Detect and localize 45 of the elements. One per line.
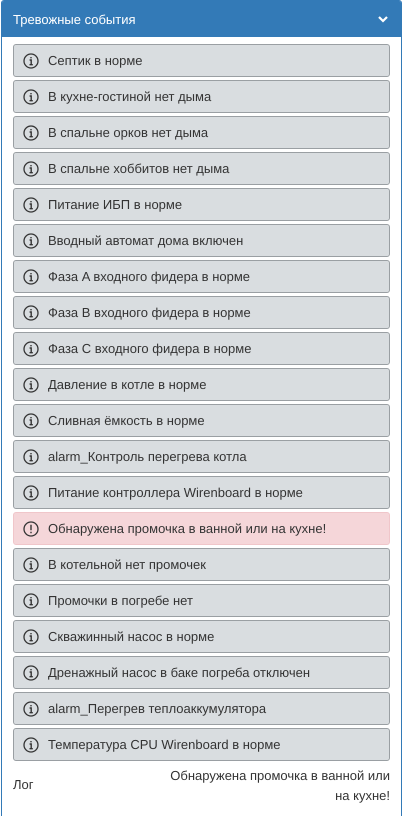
- info-icon: [23, 304, 39, 320]
- panel-title: Тревожные события: [13, 12, 136, 26]
- event-item: Сливная ёмкость в норме: [13, 404, 390, 437]
- exclamation-icon: [23, 520, 39, 536]
- event-item: В спальне хоббитов нет дыма: [13, 152, 390, 185]
- event-item: Питание контроллера Wirenboard в норме: [13, 476, 390, 509]
- info-icon: [23, 196, 39, 212]
- event-item: В кухне-гостиной нет дыма: [13, 80, 390, 113]
- info-icon: [23, 700, 39, 716]
- info-icon: [23, 412, 39, 428]
- info-icon: [23, 88, 39, 104]
- event-item: Фаза A входного фидера в норме: [13, 260, 390, 293]
- info-icon: [23, 628, 39, 644]
- event-item: В котельной нет промочек: [13, 548, 390, 581]
- event-item: alarm_Контроль перегрева котла: [13, 440, 390, 473]
- event-item: Септик в норме: [13, 44, 390, 77]
- event-item: Промочки в погребе нет: [13, 584, 390, 617]
- info-icon: [23, 52, 39, 68]
- event-item: Скважинный насос в норме: [13, 620, 390, 653]
- info-icon: [23, 376, 39, 392]
- info-icon: [23, 484, 39, 500]
- event-item: В спальне орков нет дыма: [13, 116, 390, 149]
- event-item: Дренажный насос в баке погреба отключен: [13, 656, 390, 689]
- last-event-text: Обнаружена промочка в ванной или на кухне!: [170, 767, 390, 805]
- panel-header[interactable]: Тревожные события: [2, 1, 401, 37]
- info-icon: [23, 124, 39, 140]
- alarm-event: Обнаружена промочка в ванной или на кухне!: [13, 512, 390, 545]
- event-item: alarm_Перегрев теплоаккумулятора: [13, 692, 390, 725]
- event-item: Питание ИБП в норме: [13, 188, 390, 221]
- event-item: Давление в котле в норме: [13, 368, 390, 401]
- info-icon: [23, 664, 39, 680]
- info-icon: [23, 340, 39, 356]
- event-item: Фаза C входного фидера в норме: [13, 332, 390, 365]
- info-icon: [23, 592, 39, 608]
- info-icon: [23, 448, 39, 464]
- info-icon: [23, 232, 39, 248]
- info-icon: [23, 556, 39, 572]
- info-icon: [23, 160, 39, 176]
- log-link[interactable]: Лог: [13, 775, 34, 795]
- info-icon: [23, 268, 39, 284]
- event-item: Фаза B входного фидера в норме: [13, 296, 390, 329]
- info-icon: [23, 736, 39, 752]
- event-item: Вводный автомат дома включен: [13, 224, 390, 257]
- chevron-icon[interactable]: [377, 13, 389, 25]
- event-item: Температура CPU Wirenboard в норме: [13, 728, 390, 761]
